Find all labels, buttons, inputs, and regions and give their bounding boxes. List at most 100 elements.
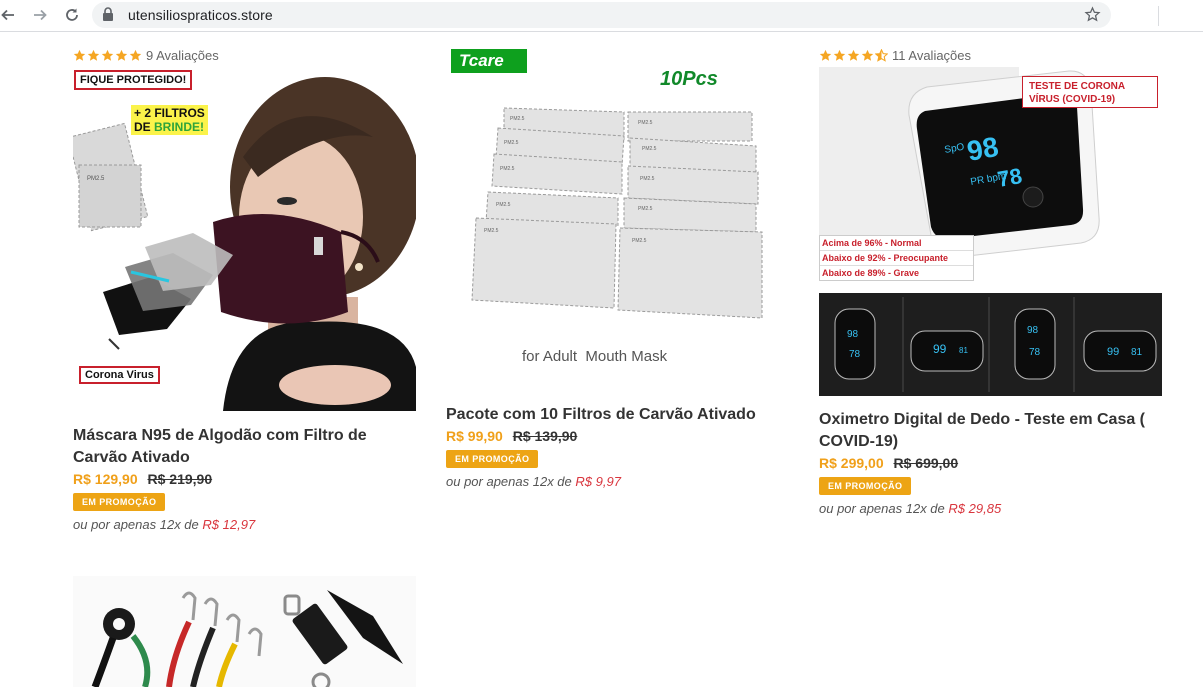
promo-badge: EM PROMOÇÃO [819,477,912,495]
badge-filtros: + 2 FILTROS DE BRINDE! [131,105,208,135]
star-icon [115,49,128,61]
product-rating: 11 Avaliações [819,47,1164,63]
star-icon [819,49,832,61]
badge-filtros-de: DE [134,120,155,134]
installments-prefix: ou por apenas 12x de [73,517,199,532]
toolbar-divider [1158,6,1159,26]
pm-label: PM2.5 [632,238,647,244]
star-icon [847,49,860,61]
price-old: R$ 699,00 [893,455,959,471]
covid-test-label: TESTE DE CORONA VÍRUS (COVID-19) [1022,76,1158,108]
pm-label: PM2.5 [504,140,519,146]
pm-label: PM2.5 [640,176,655,182]
image-caption-text: for Adult Mouth Mask [522,348,668,365]
product-image-filters[interactable]: Tcare 10Pcs PM2.5 PM2.5 PM2.5 PM2.5 PM2.… [446,46,776,376]
back-button[interactable] [0,3,20,27]
mini-reading: 81 [1131,347,1143,358]
price-now: R$ 129,90 [73,471,138,487]
star-icon [87,49,100,61]
mini-reading: 98 [1027,325,1039,336]
oximeter-photo: SpO 98 PR bpm 78 98 78 99 81 98 78 99 81 [819,67,1162,396]
product-card[interactable]: 11 Avaliações [819,47,1164,63]
pm-label: PM2.5 [500,166,515,172]
star-icon [101,49,114,61]
product-image-resistance-bands[interactable] [73,576,416,687]
rating-stars [819,48,888,62]
installments: ou por apenas 12x de R$ 9,97 [446,474,791,489]
product-title[interactable]: Pacote com 10 Filtros de Carvão Ativado [446,404,791,426]
badge-corona-virus-text: Corona Virus [85,369,154,381]
pm-label: PM2.5 [638,206,653,212]
resistance-bands-photo [91,590,403,687]
mini-reading: 99 [1107,346,1119,358]
product-info: Oximetro Digital de Dedo - Teste em Casa… [819,409,1164,516]
legend-row-normal: Acima de 96% - Normal [820,236,973,251]
star-icon [73,49,86,61]
product-prices: R$ 99,90 R$ 139,90 [446,427,791,445]
installments-prefix: ou por apenas 12x de [819,501,945,516]
arrow-right-icon [34,9,47,21]
bookmark-star-icon[interactable] [1084,6,1101,23]
mask-photo: PM2.5 [73,77,416,411]
product-rating: 9 Avaliações [73,47,418,63]
rating-count: 9 Avaliações [146,47,219,63]
reload-button[interactable] [60,3,84,27]
price-old: R$ 219,90 [147,471,213,487]
product-info: Pacote com 10 Filtros de Carvão Ativado … [446,404,791,489]
promo-badge: EM PROMOÇÃO [73,493,166,511]
badge-filtros-line2: DE BRINDE! [134,120,205,134]
lock-icon [103,7,113,21]
pm-label: PM2.5 [510,116,525,122]
pm-label: PM2.5 [496,202,511,208]
product-title[interactable]: Oximetro Digital de Dedo - Teste em Casa… [819,409,1164,453]
forward-button[interactable] [28,3,52,27]
installments-value: R$ 9,97 [575,474,621,489]
covid-test-line1: TESTE DE CORONA [1029,81,1126,92]
spo2-value: 98 [965,131,1001,167]
address-bar[interactable]: utensiliospraticos.store [92,2,1111,28]
reload-icon [66,8,78,21]
arrow-left-icon [1,9,14,21]
price-old: R$ 139,90 [512,428,578,444]
legend-row-grave: Abaixo de 89% - Grave [822,268,920,278]
star-icon [833,49,846,61]
installments-value: R$ 29,85 [948,501,1002,516]
mini-reading: 81 [959,346,968,355]
product-info: Máscara N95 de Algodão com Filtro de Car… [73,425,418,532]
mini-reading: 98 [847,329,859,340]
filters-stack: PM2.5 PM2.5 PM2.5 PM2.5 PM2.5 PM2.5 PM2.… [471,107,763,319]
product-image-mask[interactable]: PM2.5 FIQUE PROTEGIDO! + 2 FILTROS DE BR… [73,67,416,411]
product-card[interactable]: 9 Avaliações [73,47,418,63]
mini-reading: 78 [1029,347,1041,358]
badge-corona-virus: Corona Virus [79,366,160,384]
installments: ou por apenas 12x de R$ 12,97 [73,517,418,532]
promo-badge: EM PROMOÇÃO [446,450,539,468]
badge-fique-protegido-text: FIQUE PROTEGIDO! [80,74,187,86]
covid-test-line2: VÍRUS (COVID-19) [1029,94,1116,105]
star-icon [861,49,874,61]
pm-label: PM2.5 [484,228,499,234]
url-text: utensiliospraticos.store [128,7,273,23]
product-prices: R$ 299,00 R$ 699,00 [819,454,1164,472]
price-now: R$ 299,00 [819,455,884,471]
pm-label: PM2.5 [642,146,657,152]
mini-reading: 99 [933,342,947,356]
mini-reading: 78 [849,349,861,360]
price-now: R$ 99,90 [446,428,503,444]
badge-fique-protegido: FIQUE PROTEGIDO! [74,70,193,90]
badge-filtros-brinde: BRINDE! [154,120,205,134]
product-title[interactable]: Máscara N95 de Algodão com Filtro de Car… [73,425,418,469]
product-prices: R$ 129,90 R$ 219,90 [73,470,418,488]
pm-label: PM2.5 [638,120,653,126]
oximeter-legend: Acima de 96% - Normal Abaixo de 92% - Pr… [819,235,974,281]
star-icon [129,49,142,61]
star-half-icon [875,48,888,62]
browser-toolbar: utensiliospraticos.store [0,0,1203,32]
image-caption: for Adult Mouth Mask [522,348,667,365]
badge-filtros-line1: + 2 FILTROS [134,106,205,120]
installments: ou por apenas 12x de R$ 29,85 [819,501,1164,516]
rating-stars [73,49,142,62]
installments-prefix: ou por apenas 12x de [446,474,572,489]
rating-count: 11 Avaliações [892,47,972,63]
product-image-oximeter[interactable]: SpO 98 PR bpm 78 98 78 99 81 98 78 99 81… [819,67,1162,396]
